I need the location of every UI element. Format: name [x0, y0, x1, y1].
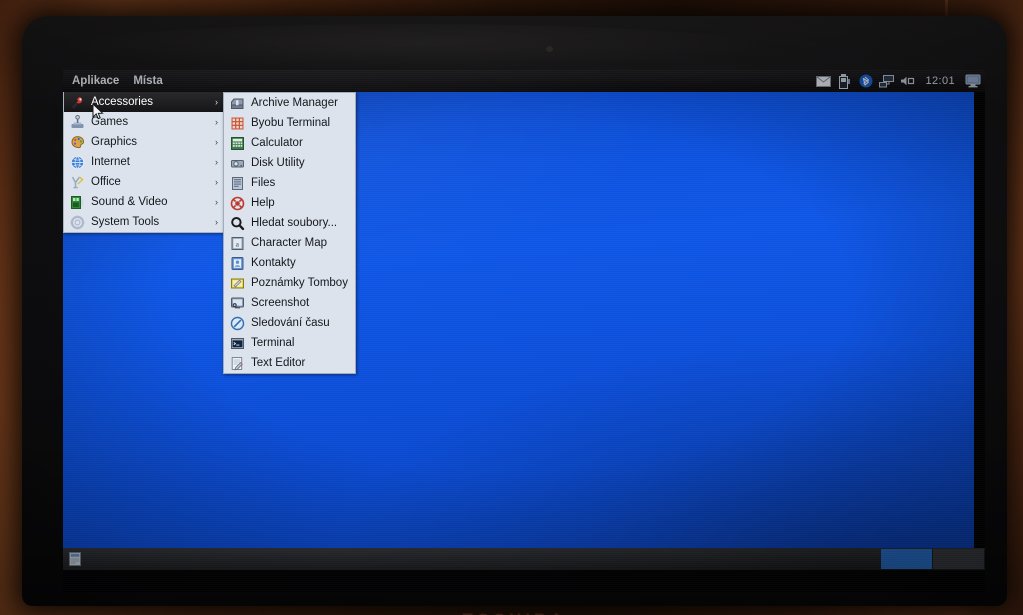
submenu-item-label: Archive Manager	[251, 97, 338, 109]
archive-manager-icon	[229, 95, 245, 111]
character-map-icon: a	[229, 235, 245, 251]
photo-of-laptop-screen: TOSHIBA Aplikace Místa	[0, 0, 1023, 615]
submenu-item-tomboy-notes[interactable]: Poznámky Tomboy	[224, 273, 355, 293]
help-icon	[229, 195, 245, 211]
submenu-item-screenshot[interactable]: Screenshot	[224, 293, 355, 313]
menu-item-internet[interactable]: Internet ›	[64, 152, 224, 172]
submenu-item-terminal[interactable]: Terminal	[224, 333, 355, 353]
submenu-item-time-tracker[interactable]: Sledování času	[224, 313, 355, 333]
office-icon	[69, 174, 85, 190]
menu-item-label: Sound & Video	[91, 196, 168, 208]
internet-icon	[69, 154, 85, 170]
menu-item-system-tools[interactable]: System Tools ›	[64, 212, 224, 232]
chevron-right-icon: ›	[215, 97, 218, 107]
menu-item-label: Graphics	[91, 136, 138, 148]
chevron-right-icon: ›	[215, 197, 218, 207]
submenu-item-byobu-terminal[interactable]: Byobu Terminal	[224, 113, 355, 133]
submenu-item-label: Screenshot	[251, 297, 310, 309]
chevron-right-icon: ›	[215, 217, 218, 227]
submenu-item-text-editor[interactable]: Text Editor	[224, 353, 355, 373]
menu-item-office[interactable]: Office ›	[64, 172, 224, 192]
chevron-right-icon: ›	[215, 117, 218, 127]
submenu-item-label: Kontakty	[251, 257, 296, 269]
contacts-icon	[229, 255, 245, 271]
submenu-item-kontakty[interactable]: Kontakty	[224, 253, 355, 273]
menu-item-label: System Tools	[91, 216, 160, 228]
files-icon	[229, 175, 245, 191]
menu-item-label: Office	[91, 176, 121, 188]
menu-item-label: Accessories	[91, 96, 153, 108]
games-icon	[69, 114, 85, 130]
submenu-item-label: Terminal	[251, 337, 295, 349]
text-editor-icon	[229, 355, 245, 371]
menu-item-accessories[interactable]: Accessories ›	[64, 92, 224, 120]
accessories-icon	[69, 94, 85, 110]
tomboy-notes-icon	[229, 275, 245, 291]
terminal-icon	[229, 335, 245, 351]
search-files-icon	[229, 215, 245, 231]
menu-item-games[interactable]: Games ›	[64, 112, 224, 132]
sound-video-icon	[69, 194, 85, 210]
calculator-icon	[229, 135, 245, 151]
chevron-right-icon: ›	[215, 177, 218, 187]
submenu-item-calculator[interactable]: Calculator	[224, 133, 355, 153]
submenu-item-archive-manager[interactable]: Archive Manager	[224, 93, 355, 113]
submenu-item-disk-utility[interactable]: Disk Utility	[224, 153, 355, 173]
chevron-right-icon: ›	[215, 137, 218, 147]
submenu-item-files[interactable]: Files	[224, 173, 355, 193]
submenu-item-label: Help	[251, 197, 275, 209]
submenu-item-label: Character Map	[251, 237, 328, 249]
graphics-icon	[69, 134, 85, 150]
submenu-item-label: Files	[251, 177, 276, 189]
time-tracker-icon	[229, 315, 245, 331]
disk-utility-icon	[229, 155, 245, 171]
menu-item-label: Internet	[91, 156, 130, 168]
submenu-item-label: Hledat soubory...	[251, 217, 338, 229]
menu-item-label: Games	[91, 116, 129, 128]
submenu-item-label: Calculator	[251, 137, 303, 149]
submenu-item-help[interactable]: Help	[224, 193, 355, 213]
submenu-item-label: Text Editor	[251, 357, 306, 369]
byobu-terminal-icon	[229, 115, 245, 131]
applications-menu-popup: Accessories › Games › Graphics › Interne…	[63, 92, 225, 233]
submenu-item-label: Sledování času	[251, 317, 330, 329]
chevron-right-icon: ›	[215, 157, 218, 167]
menu-item-sound-video[interactable]: Sound & Video ›	[64, 192, 224, 212]
menu-item-graphics[interactable]: Graphics ›	[64, 132, 224, 152]
submenu-item-character-map[interactable]: a Character Map	[224, 233, 355, 253]
submenu-item-search-files[interactable]: Hledat soubory...	[224, 213, 355, 233]
submenu-item-label: Byobu Terminal	[251, 117, 331, 129]
system-tools-icon	[69, 214, 85, 230]
submenu-item-label: Disk Utility	[251, 157, 305, 169]
screenshot-icon	[229, 295, 245, 311]
accessories-submenu: Archive Manager Byobu Terminal Calculato…	[223, 92, 356, 374]
submenu-item-label: Poznámky Tomboy	[251, 277, 348, 289]
